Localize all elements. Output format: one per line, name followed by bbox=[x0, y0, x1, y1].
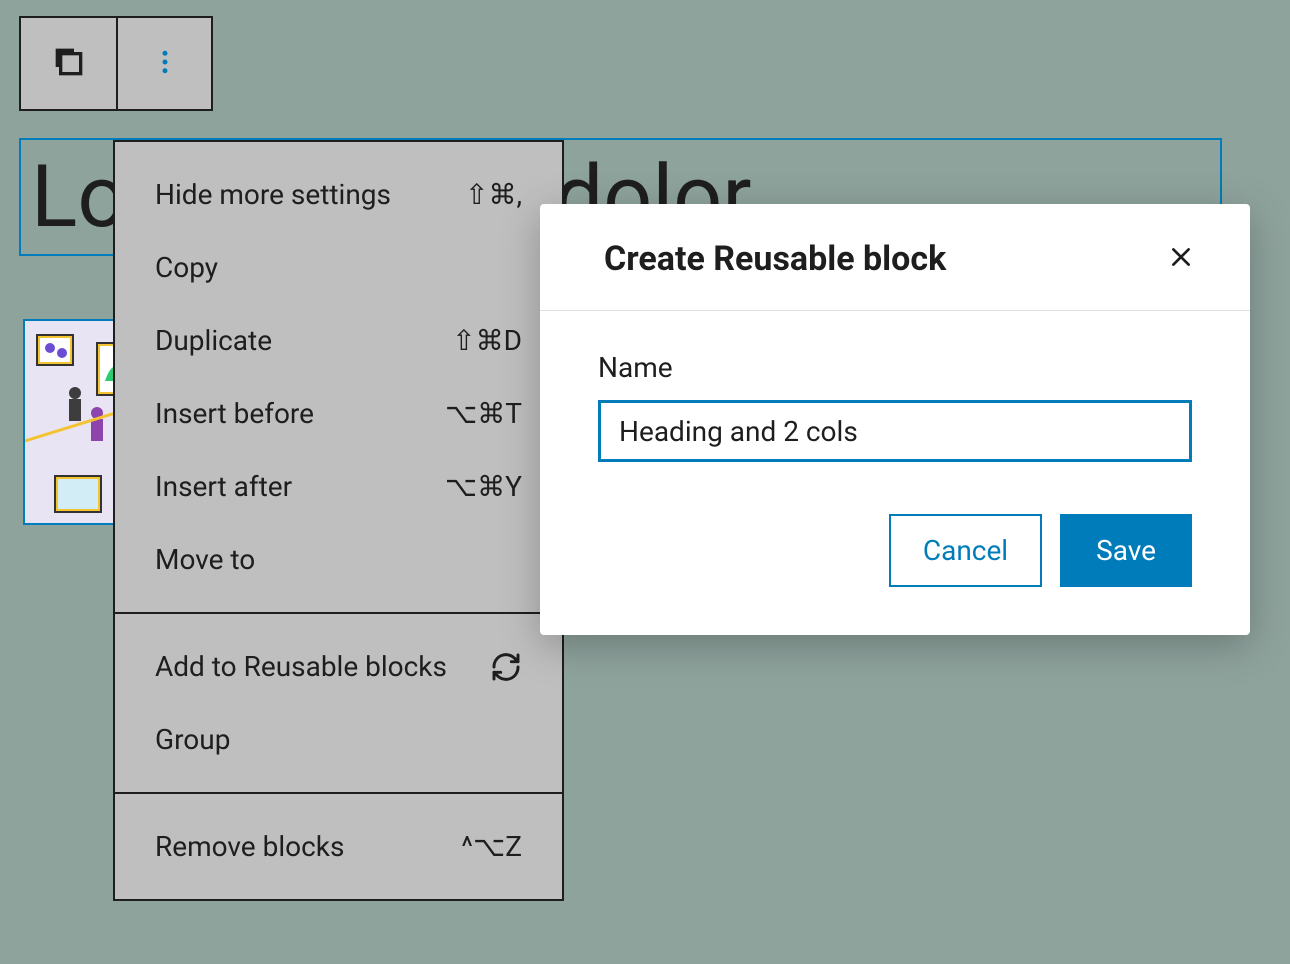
menu-item-label: Insert before bbox=[155, 397, 314, 430]
copy-block-button[interactable] bbox=[21, 18, 116, 109]
menu-item-label: Remove blocks bbox=[155, 830, 344, 863]
save-button[interactable]: Save bbox=[1060, 514, 1192, 587]
block-options-menu: Hide more settings ⇧⌘, Copy Duplicate ⇧⌘… bbox=[113, 140, 564, 901]
modal-title: Create Reusable block bbox=[604, 239, 946, 279]
menu-item-insert-before[interactable]: Insert before ⌥⌘T bbox=[115, 377, 562, 450]
menu-item-remove-blocks[interactable]: Remove blocks ^⌥Z bbox=[115, 810, 562, 883]
modal-footer: Cancel Save bbox=[540, 482, 1250, 635]
menu-item-add-to-reusable-blocks[interactable]: Add to Reusable blocks bbox=[115, 630, 562, 703]
cancel-button[interactable]: Cancel bbox=[889, 514, 1042, 587]
menu-item-shortcut: ⌥⌘Y bbox=[445, 470, 522, 503]
create-reusable-block-modal: Create Reusable block Name Cancel Save bbox=[540, 204, 1250, 635]
menu-item-shortcut: ⇧⌘D bbox=[452, 324, 522, 357]
menu-section-3: Remove blocks ^⌥Z bbox=[115, 792, 562, 899]
reusable-icon bbox=[490, 651, 522, 683]
menu-item-shortcut: ⌥⌘T bbox=[445, 397, 522, 430]
menu-section-1: Hide more settings ⇧⌘, Copy Duplicate ⇧⌘… bbox=[115, 142, 562, 612]
menu-item-group[interactable]: Group bbox=[115, 703, 562, 776]
close-icon bbox=[1168, 244, 1194, 274]
menu-item-insert-after[interactable]: Insert after ⌥⌘Y bbox=[115, 450, 562, 523]
menu-item-label: Insert after bbox=[155, 470, 292, 503]
more-vertical-icon bbox=[150, 42, 180, 86]
menu-section-2: Add to Reusable blocks Group bbox=[115, 612, 562, 792]
menu-item-move-to[interactable]: Move to bbox=[115, 523, 562, 596]
menu-item-shortcut: ⇧⌘, bbox=[465, 178, 522, 211]
menu-item-label: Copy bbox=[155, 251, 218, 284]
modal-header: Create Reusable block bbox=[540, 204, 1250, 311]
menu-item-label: Hide more settings bbox=[155, 178, 391, 211]
menu-item-hide-more-settings[interactable]: Hide more settings ⇧⌘, bbox=[115, 158, 562, 231]
block-toolbar bbox=[19, 16, 213, 111]
menu-item-label: Move to bbox=[155, 543, 255, 576]
menu-item-duplicate[interactable]: Duplicate ⇧⌘D bbox=[115, 304, 562, 377]
menu-item-copy[interactable]: Copy bbox=[115, 231, 562, 304]
menu-item-label: Duplicate bbox=[155, 324, 272, 357]
menu-item-label: Add to Reusable blocks bbox=[155, 650, 447, 683]
menu-item-label: Group bbox=[155, 723, 230, 756]
modal-close-button[interactable] bbox=[1160, 236, 1202, 282]
copy-icon bbox=[49, 42, 89, 86]
more-options-button[interactable] bbox=[116, 18, 211, 109]
menu-item-shortcut: ^⌥Z bbox=[461, 830, 522, 863]
modal-body: Name bbox=[540, 311, 1250, 482]
name-input[interactable] bbox=[598, 400, 1192, 462]
name-label: Name bbox=[598, 351, 1192, 384]
